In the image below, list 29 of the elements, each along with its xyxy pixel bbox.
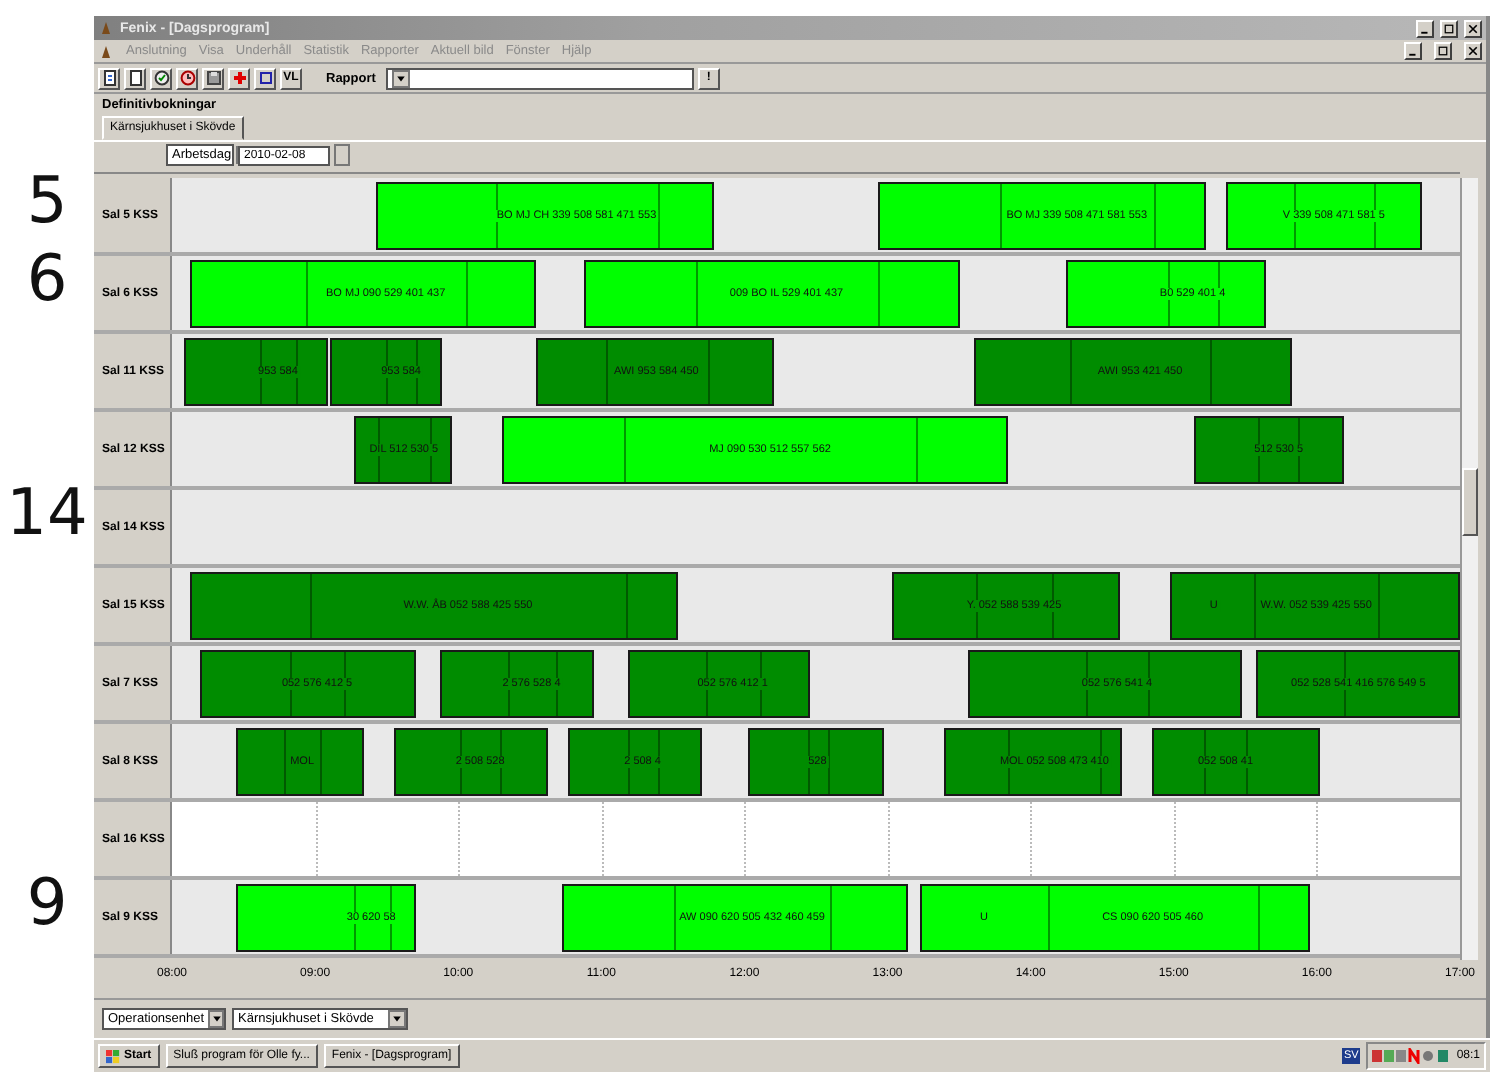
vertical-scrollbar[interactable] <box>1460 178 1478 960</box>
report-dropdown[interactable] <box>385 67 694 89</box>
toolbar-button[interactable] <box>150 67 172 89</box>
caret-icon <box>395 73 406 83</box>
close-button[interactable] <box>1464 42 1482 60</box>
annotation-number: 9 <box>26 863 68 939</box>
maximize-icon <box>1438 46 1448 56</box>
tray-icons-drawing <box>1372 1048 1453 1064</box>
annotation-number: 5 <box>26 161 68 237</box>
checkmark-icon <box>153 70 169 86</box>
caret-icon <box>211 1013 222 1023</box>
close-icon <box>1468 46 1478 56</box>
date-spinner[interactable] <box>334 144 350 166</box>
minimize-button[interactable] <box>1416 19 1434 37</box>
minimize-button[interactable] <box>1404 42 1422 60</box>
clock-icon <box>179 70 195 86</box>
annotation-number: 14 <box>6 473 88 549</box>
document-icon <box>101 70 117 86</box>
close-button[interactable] <box>1464 19 1482 37</box>
frame-icon <box>257 70 273 86</box>
toolbar-button[interactable] <box>176 67 198 89</box>
close-icon <box>1468 23 1478 33</box>
page-icon <box>127 70 143 86</box>
windows-logo-icon <box>106 1049 120 1063</box>
floppy-icon <box>205 70 221 86</box>
caret-icon <box>392 1013 402 1023</box>
annotation-number: 6 <box>26 239 68 315</box>
maximize-icon <box>1444 23 1454 33</box>
cross-icon <box>231 70 247 86</box>
